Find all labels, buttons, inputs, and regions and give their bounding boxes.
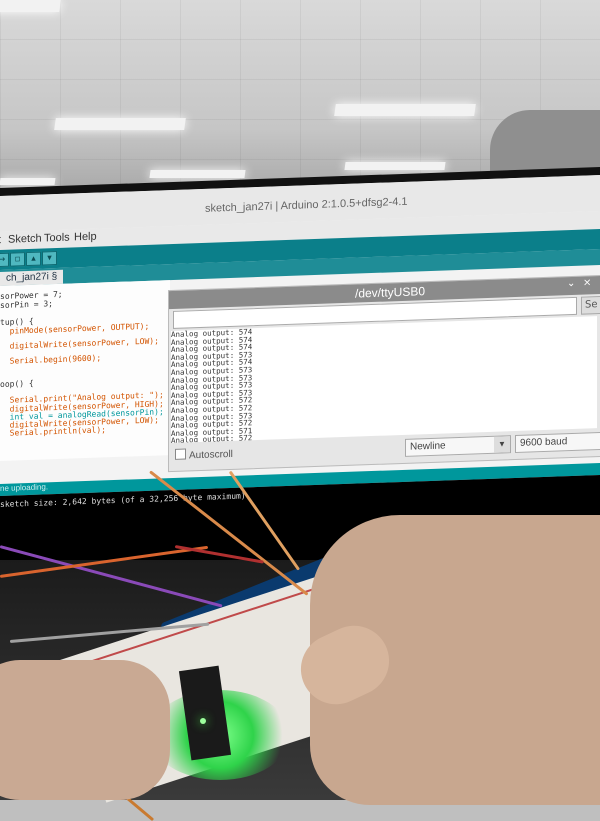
line-ending-value: Newline — [410, 440, 446, 453]
serial-monitor-window: /dev/ttyUSB0 ⌄ × Se Analog output: 574 A… — [168, 274, 600, 473]
ceiling-light — [334, 104, 476, 116]
upload-icon[interactable]: → — [0, 252, 9, 268]
open-icon[interactable]: ▴ — [26, 251, 41, 267]
serial-output-area: Analog output: 574 Analog output: 574 An… — [171, 316, 597, 444]
sensor-led — [200, 718, 206, 724]
save-icon[interactable]: ▾ — [42, 251, 57, 266]
console-line: sketch size: 2,642 bytes (of a 32,256 by… — [0, 491, 246, 509]
ceiling-light — [344, 162, 446, 170]
left-hand — [0, 660, 170, 800]
ceiling-light — [54, 118, 186, 130]
menu-item-tools[interactable]: Tools — [44, 232, 70, 245]
close-icon[interactable]: × — [583, 277, 591, 288]
ceiling-light — [0, 178, 56, 185]
menu-item-edit[interactable]: t — [0, 234, 1, 246]
baud-rate-value: 9600 baud — [520, 436, 568, 449]
menu-item-help[interactable]: Help — [74, 231, 97, 244]
new-icon[interactable]: ▫ — [10, 252, 25, 267]
ceiling-light — [0, 0, 61, 12]
status-message: ne uploading. — [0, 482, 49, 493]
menu-item-sketch[interactable]: Sketch — [8, 233, 42, 246]
code-line: sorPin = 3; — [0, 299, 53, 310]
checkbox-icon — [175, 448, 186, 460]
window-title: sketch_jan27i | Arduino 2:1.0.5+dfsg2-4.… — [205, 195, 408, 215]
minimize-icon[interactable]: ⌄ — [567, 278, 575, 289]
autoscroll-checkbox[interactable]: Autoscroll — [175, 447, 233, 462]
autoscroll-label: Autoscroll — [189, 448, 233, 462]
code-line: oop() { — [0, 378, 34, 389]
code-line: digitalWrite(sensorPower, LOW); — [0, 336, 159, 351]
baud-rate-select[interactable]: 9600 baud — [515, 432, 600, 454]
serial-monitor-title: /dev/ttyUSB0 — [355, 284, 426, 301]
send-button[interactable]: Se — [581, 295, 600, 315]
code-editor[interactable]: sorPower = 7; sorPin = 3; tup() { pinMod… — [0, 280, 170, 461]
ceiling-light — [149, 170, 246, 178]
line-ending-select[interactable]: Newline ▼ — [405, 435, 511, 457]
chevron-down-icon: ▼ — [494, 436, 510, 453]
code-line: Serial.begin(9600); — [0, 353, 102, 366]
